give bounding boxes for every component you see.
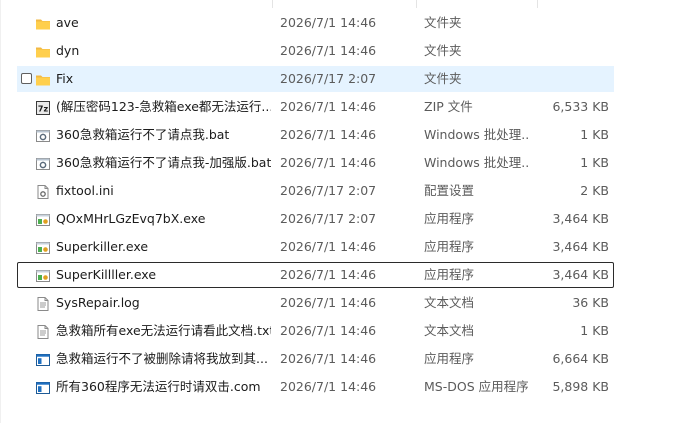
file-type: Windows 批处理...: [424, 127, 528, 142]
file-row[interactable]: 所有360程序无法运行时请双击.com 2026/7/1 14:46 MS-DOS …: [17, 374, 614, 400]
file-type: 应用程序: [424, 351, 475, 366]
executable-icon: [35, 240, 51, 256]
executable-icon: [35, 268, 51, 284]
file-row[interactable]: fixtool.ini 2026/7/17 2:07 配置设置 2 KB: [17, 178, 614, 204]
file-modified-date: 2026/7/1 14:46: [280, 267, 377, 282]
file-size: 3,464 KB: [552, 239, 609, 254]
file-size: 6,664 KB: [552, 351, 609, 366]
file-size: 3,464 KB: [552, 267, 609, 282]
file-name: fixtool.ini: [56, 183, 114, 198]
file-type: 文件夹: [424, 71, 462, 86]
column-separator-size[interactable]: [537, 0, 538, 8]
file-type: 文本文档: [424, 295, 475, 310]
zip-archive-icon: 7z: [35, 100, 51, 116]
batch-file-icon: [35, 156, 51, 172]
batch-file-icon: [35, 128, 51, 144]
column-separator-date[interactable]: [272, 0, 273, 8]
file-row[interactable]: dyn 2026/7/1 14:46 文件夹: [17, 38, 614, 64]
file-row[interactable]: 急救箱运行不了被删除请将我放到其... 2026/7/1 14:46 应用程序 6,6…: [17, 346, 614, 372]
file-size: 6,533 KB: [552, 99, 609, 114]
file-name: (解压密码123-急救箱exe都无法运行...: [56, 99, 271, 114]
column-separator-type[interactable]: [416, 0, 417, 8]
file-type: 应用程序: [424, 267, 475, 282]
row-select-checkbox[interactable]: [21, 73, 32, 84]
file-size: 36 KB: [572, 295, 609, 310]
file-row[interactable]: Fix 2026/7/17 2:07 文件夹: [17, 66, 614, 92]
app-window-icon: [35, 352, 51, 368]
file-type: 文件夹: [424, 43, 462, 58]
file-row[interactable]: Superkiller.exe 2026/7/1 14:46 应用程序 3,464 K…: [17, 234, 614, 260]
file-type: MS-DOS 应用程序: [424, 379, 528, 394]
file-name: 所有360程序无法运行时请双击.com: [56, 379, 261, 394]
pane-left-border: [0, 0, 1, 423]
file-size: 1 KB: [580, 323, 609, 338]
file-type: 文本文档: [424, 323, 475, 338]
file-type: ZIP 文件: [424, 99, 473, 114]
file-size: 5,898 KB: [552, 379, 609, 394]
file-row[interactable]: QOxMHrLGzEvq7bX.exe 2026/7/17 2:07 应用程序 3,4…: [17, 206, 614, 232]
file-name: QOxMHrLGzEvq7bX.exe: [56, 211, 206, 226]
folder-icon: [35, 44, 51, 60]
file-name: SysRepair.log: [56, 295, 140, 310]
settings-file-icon: [35, 184, 51, 200]
file-modified-date: 2026/7/1 14:46: [280, 127, 377, 142]
file-modified-date: 2026/7/1 14:46: [280, 99, 377, 114]
file-name: Fix: [56, 71, 74, 86]
file-modified-date: 2026/7/1 14:46: [280, 15, 377, 30]
file-name: dyn: [56, 43, 80, 58]
file-size: 2 KB: [580, 183, 609, 198]
svg-text:7z: 7z: [38, 105, 49, 114]
text-file-icon: [35, 296, 51, 312]
file-modified-date: 2026/7/1 14:46: [280, 43, 377, 58]
file-modified-date: 2026/7/1 14:46: [280, 351, 377, 366]
file-explorer-list: ave 2026/7/1 14:46 文件夹 dyn 2026/7/1 14:46 文件夹…: [0, 0, 689, 423]
file-name: SuperKillller.exe: [56, 267, 157, 282]
file-type: 文件夹: [424, 15, 462, 30]
file-row[interactable]: 360急救箱运行不了请点我.bat 2026/7/1 14:46 Windows 批…: [17, 122, 614, 148]
file-type: 应用程序: [424, 211, 475, 226]
file-name: 急救箱所有exe无法运行请看此文档.txt: [56, 323, 271, 338]
file-size: 3,464 KB: [552, 211, 609, 226]
file-name: 急救箱运行不了被删除请将我放到其...: [56, 351, 268, 366]
file-size: 1 KB: [580, 127, 609, 142]
file-row[interactable]: SysRepair.log 2026/7/1 14:46 文本文档 36 KB: [17, 290, 614, 316]
file-name: 360急救箱运行不了请点我.bat: [56, 127, 230, 142]
text-file-icon: [35, 324, 51, 340]
file-type: 配置设置: [424, 183, 475, 198]
file-modified-date: 2026/7/1 14:46: [280, 155, 377, 170]
app-window-icon: [35, 380, 51, 396]
file-row[interactable]: SuperKillller.exe 2026/7/1 14:46 应用程序 3,464…: [17, 262, 614, 288]
file-name: ave: [56, 15, 79, 30]
file-row[interactable]: 360急救箱运行不了请点我-加强版.bat 2026/7/1 14:46 Windo…: [17, 150, 614, 176]
file-row[interactable]: 7z (解压密码123-急救箱exe都无法运行... 2026/7/1 14:46 Z…: [17, 94, 614, 120]
file-modified-date: 2026/7/1 14:46: [280, 295, 377, 310]
file-modified-date: 2026/7/1 14:46: [280, 239, 377, 254]
file-name: 360急救箱运行不了请点我-加强版.bat: [56, 155, 271, 170]
file-modified-date: 2026/7/1 14:46: [280, 379, 377, 394]
folder-icon: [35, 16, 51, 32]
file-modified-date: 2026/7/1 14:46: [280, 323, 377, 338]
file-size: 1 KB: [580, 155, 609, 170]
file-modified-date: 2026/7/17 2:07: [280, 71, 377, 86]
file-type: Windows 批处理...: [424, 155, 528, 170]
file-row[interactable]: 急救箱所有exe无法运行请看此文档.txt 2026/7/1 14:46 文本文档 1…: [17, 318, 614, 344]
file-modified-date: 2026/7/17 2:07: [280, 211, 377, 226]
file-row[interactable]: ave 2026/7/1 14:46 文件夹: [17, 10, 614, 36]
file-name: Superkiller.exe: [56, 239, 149, 254]
folder-icon: [35, 72, 51, 88]
file-modified-date: 2026/7/17 2:07: [280, 183, 377, 198]
file-type: 应用程序: [424, 239, 475, 254]
executable-icon: [35, 212, 51, 228]
